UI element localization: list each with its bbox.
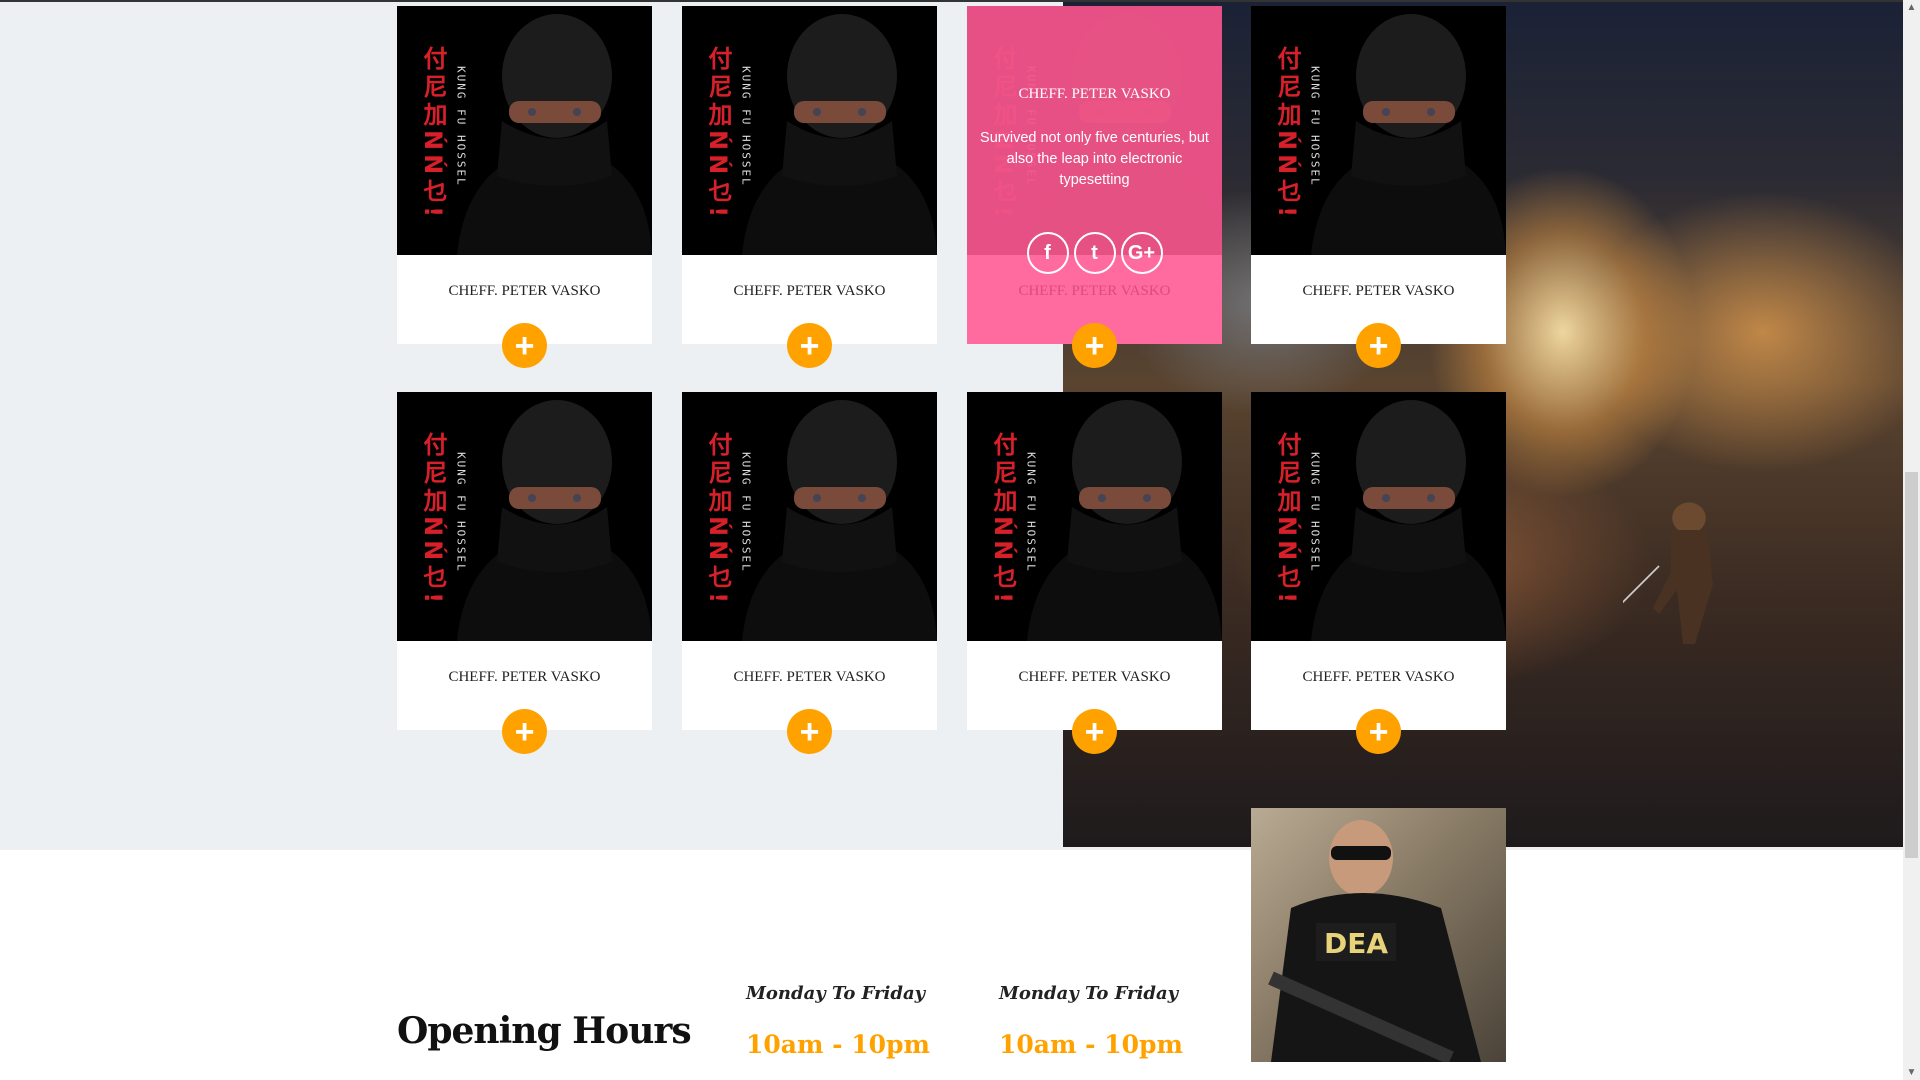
ninja-title-glyphs: 付尼加ŃŃ乜! [989,432,1018,607]
social-links: f t G+ [967,232,1222,274]
team-card[interactable]: 付尼加ŃŃ乜! KUNG FU HOSSEL CHEFF. PETER VASK… [1251,6,1506,344]
expand-plus-button[interactable]: + [787,709,832,754]
ninja-photo: 付尼加ŃŃ乜! KUNG FU HOSSEL [682,6,937,255]
scroll-down-icon[interactable]: ▼ [1903,1067,1920,1078]
ninja-photo: 付尼加ŃŃ乜! KUNG FU HOSSEL [1251,6,1506,255]
opening-hours-title: Opening Hours [397,1010,692,1052]
team-card[interactable]: 付尼加ŃŃ乜! KUNG FU HOSSEL CHEFF. PETER VASK… [397,392,652,730]
ninja-photo: 付尼加ŃŃ乜! KUNG FU HOSSEL [397,392,652,641]
ninja-caption: KUNG FU HOSSEL [740,66,753,187]
team-card[interactable]: 付尼加ŃŃ乜! KUNG FU HOSSEL CHEFF. PETER VASK… [967,392,1222,730]
card-name: CHEFF. PETER VASKO [733,669,886,685]
page-scrollbar[interactable]: ▲ ▼ [1903,0,1920,1080]
overlay-ghost-name: CHEFF. PETER VASKO [1018,283,1171,299]
team-card[interactable]: 付尼加ŃŃ乜! KUNG FU HOSSEL CHEFF. PETER VASK… [682,6,937,344]
expand-plus-button[interactable]: + [1356,709,1401,754]
dea-label: DEA [1324,927,1388,960]
team-card[interactable]: 付尼加ŃŃ乜! KUNG FU HOSSEL CHEFF. PETER VASK… [397,6,652,344]
expand-plus-button[interactable]: + [502,323,547,368]
ninja-caption: KUNG FU HOSSEL [1309,66,1322,187]
expand-plus-button[interactable]: + [1072,709,1117,754]
card-name: CHEFF. PETER VASKO [448,669,601,685]
card-photo: 付尼加ŃŃ乜! KUNG FU HOSSEL [1251,392,1506,641]
overlay-bio: Survived not only five centuries, but al… [980,130,1209,188]
ninja-title-glyphs: 付尼加ŃŃ乜! [704,432,733,607]
dea-agent-photo: DEA [1251,808,1506,1062]
card-name: CHEFF. PETER VASKO [733,283,886,299]
expand-plus-button[interactable]: + [502,709,547,754]
facebook-icon[interactable]: f [1026,232,1069,274]
twitter-icon[interactable]: t [1073,232,1116,274]
scrollbar-thumb[interactable] [1905,472,1918,858]
ninja-title-glyphs: 付尼加ŃŃ乜! [1273,432,1302,607]
team-card[interactable]: 付尼加ŃŃ乜! KUNG FU HOSSEL CHEFF. PETER VASK… [1251,392,1506,730]
card-photo: 付尼加ŃŃ乜! KUNG FU HOSSEL [682,6,937,255]
ninja-caption: KUNG FU HOSSEL [740,452,753,573]
card-photo: 付尼加ŃŃ乜! KUNG FU HOSSEL [397,6,652,255]
card-photo: 付尼加ŃŃ乜! KUNG FU HOSSEL [1251,6,1506,255]
expand-plus-button[interactable]: + [787,323,832,368]
hours-time-1: 10am - 10pm [746,1030,930,1059]
hours-days-2: Monday To Friday [999,983,1179,1004]
overlay-name: CHEFF. PETER VASKO [1018,86,1171,102]
ninja-caption: KUNG FU HOSSEL [455,452,468,573]
card-name: CHEFF. PETER VASKO [1302,669,1455,685]
hours-time-2: 10am - 10pm [999,1030,1183,1059]
ninja-title-glyphs: 付尼加ŃŃ乜! [419,432,448,607]
ninja-photo: 付尼加ŃŃ乜! KUNG FU HOSSEL [397,6,652,255]
card-photo: 付尼加ŃŃ乜! KUNG FU HOSSEL [397,392,652,641]
ninja-caption: KUNG FU HOSSEL [1025,452,1038,573]
ninja-title-glyphs: 付尼加ŃŃ乜! [704,46,733,221]
ninja-photo: 付尼加ŃŃ乜! KUNG FU HOSSEL [967,392,1222,641]
scroll-up-icon[interactable]: ▲ [1903,2,1920,13]
ninja-photo: 付尼加ŃŃ乜! KUNG FU HOSSEL [682,392,937,641]
warrior-figure [1623,502,1713,644]
hours-days-1: Monday To Friday [746,983,926,1004]
card-hover-overlay: CHEFF. PETER VASKO Survived not only fiv… [967,6,1222,344]
team-card[interactable]: 付尼加ŃŃ乜! KUNG FU HOSSEL CHEFF. PETER VASK… [967,6,1222,344]
ninja-title-glyphs: 付尼加ŃŃ乜! [419,46,448,221]
card-name: CHEFF. PETER VASKO [448,283,601,299]
card-name: CHEFF. PETER VASKO [1302,283,1455,299]
card-name: CHEFF. PETER VASKO [1018,669,1171,685]
ninja-caption: KUNG FU HOSSEL [455,66,468,187]
expand-plus-button[interactable]: + [1356,323,1401,368]
expand-plus-button[interactable]: + [1072,323,1117,368]
card-photo: 付尼加ŃŃ乜! KUNG FU HOSSEL [967,392,1222,641]
team-card[interactable]: 付尼加ŃŃ乜! KUNG FU HOSSEL CHEFF. PETER VASK… [682,392,937,730]
ninja-photo: 付尼加ŃŃ乜! KUNG FU HOSSEL [1251,392,1506,641]
ninja-title-glyphs: 付尼加ŃŃ乜! [1273,46,1302,221]
google-plus-icon[interactable]: G+ [1120,232,1163,274]
card-photo: 付尼加ŃŃ乜! KUNG FU HOSSEL [682,392,937,641]
ninja-caption: KUNG FU HOSSEL [1309,452,1322,573]
